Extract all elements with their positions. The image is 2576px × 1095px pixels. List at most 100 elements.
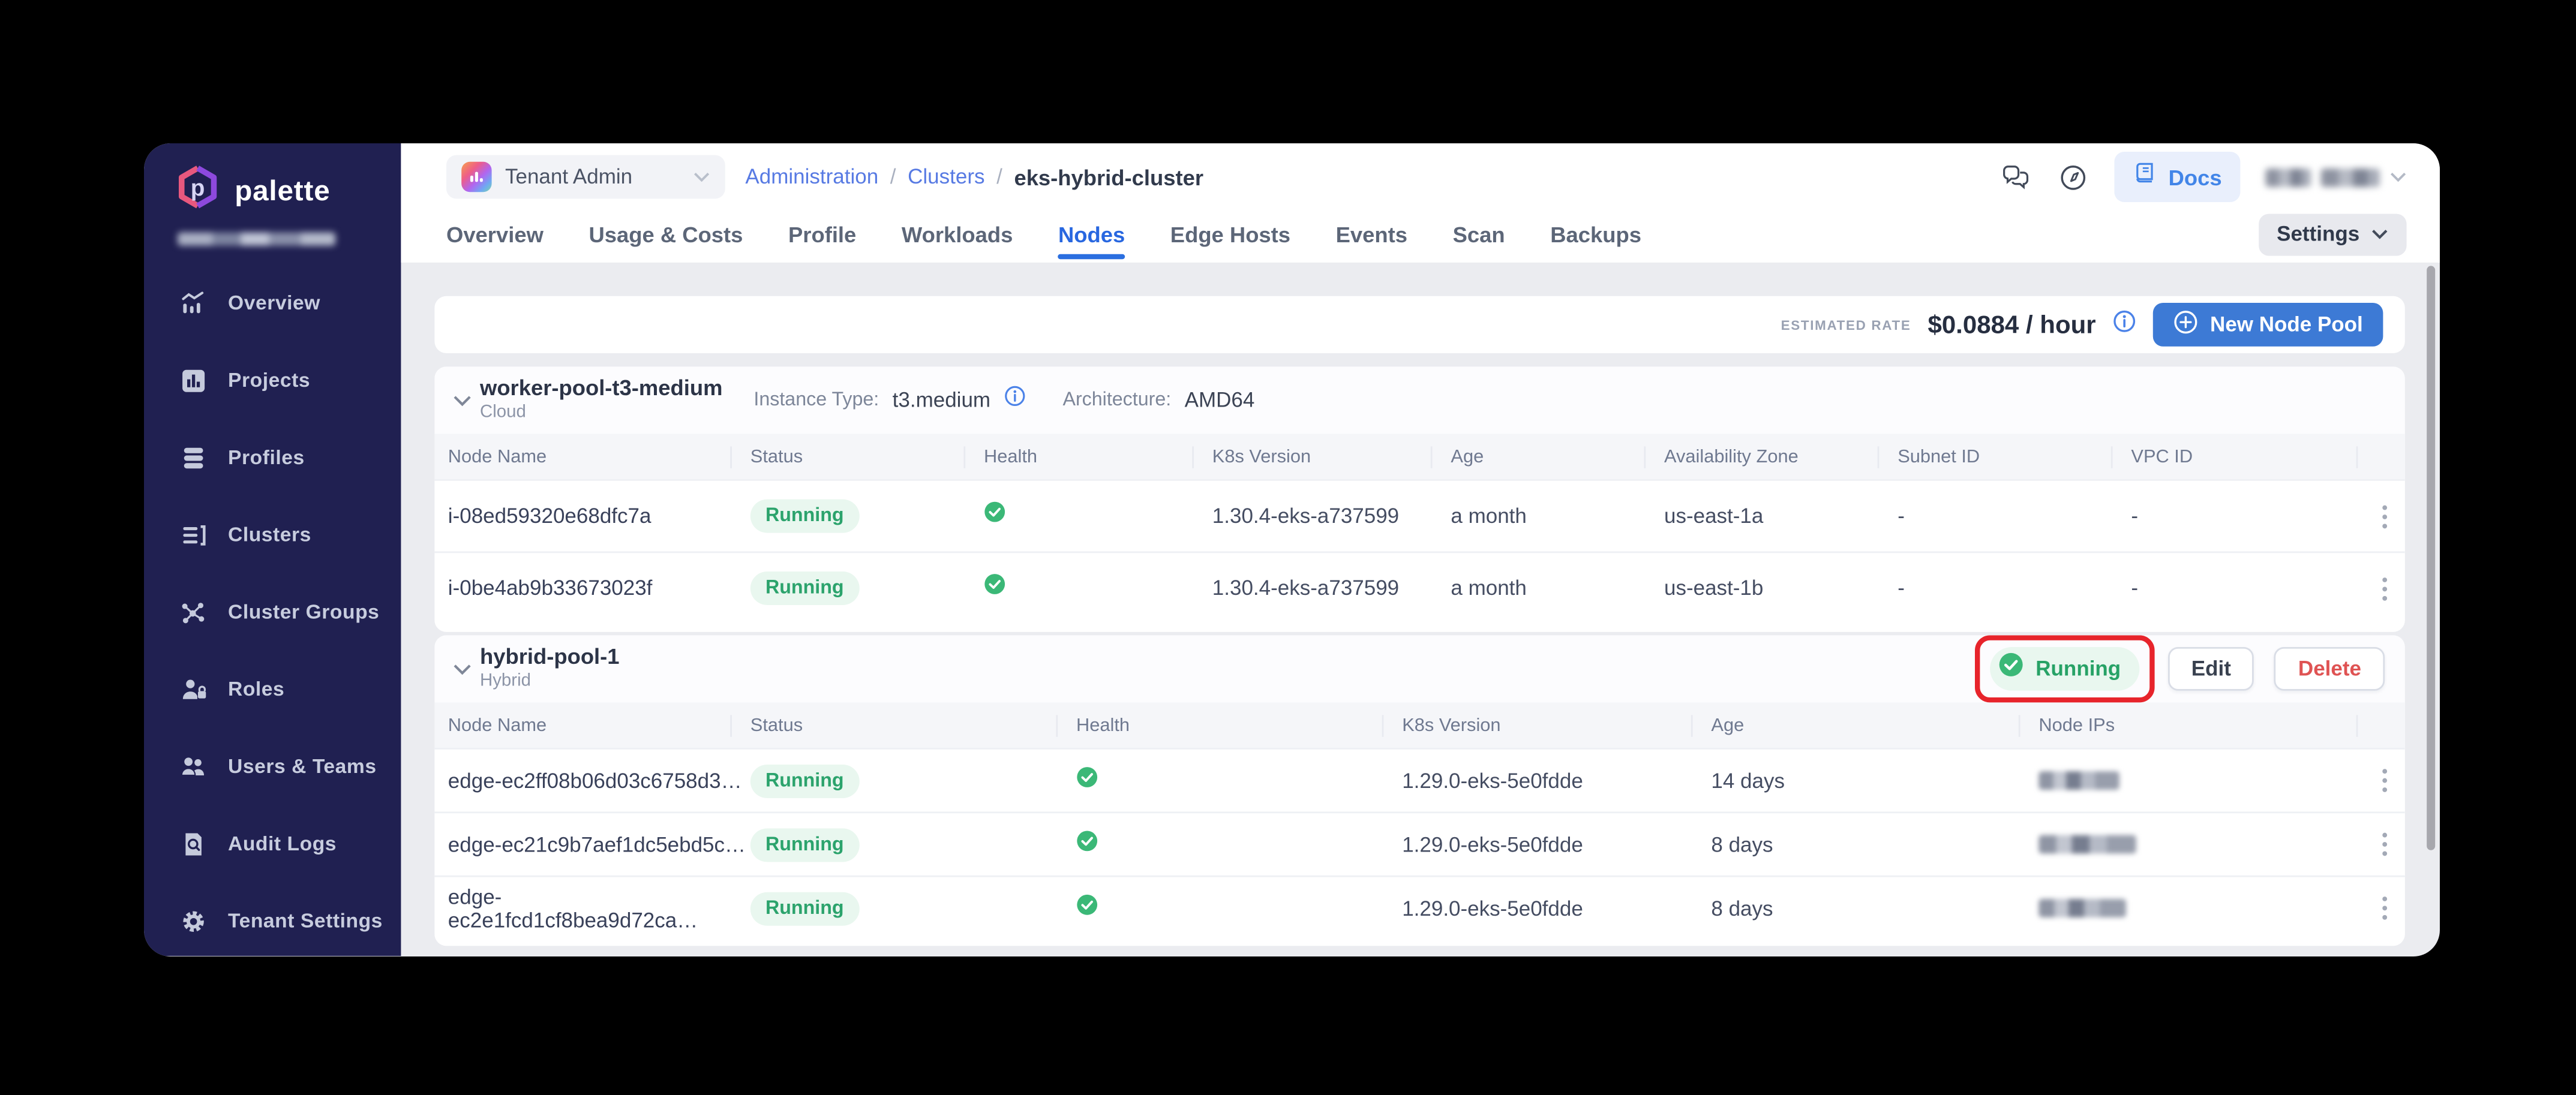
subnet-id: - bbox=[1898, 576, 2131, 600]
vpc-id: - bbox=[2131, 576, 2376, 600]
col-vpc-id: VPC ID bbox=[2131, 446, 2376, 467]
sidebar-item-clusters[interactable]: Clusters bbox=[144, 496, 401, 573]
tab-scan[interactable]: Scan bbox=[1453, 206, 1505, 263]
user-menu[interactable] bbox=[2265, 168, 2406, 186]
status-badge: Running bbox=[750, 891, 859, 925]
tab-edge-hosts[interactable]: Edge Hosts bbox=[1170, 206, 1290, 263]
rate-bar: ESTIMATED RATE $0.0884 / hour New Node P… bbox=[434, 296, 2404, 353]
node-pool-hybrid: hybrid-pool-1 Hybrid Running bbox=[434, 635, 2404, 946]
chevron-down-icon bbox=[693, 172, 710, 182]
health-check-icon bbox=[984, 501, 1212, 531]
redacted-username bbox=[2321, 168, 2380, 186]
instance-type-label: Instance Type: bbox=[753, 390, 879, 411]
table-row[interactable]: edge-ec2ff08b06d03c6758d3… Running 1.29.… bbox=[434, 748, 2404, 811]
sidebar-item-label: Overview bbox=[228, 291, 320, 314]
redacted-node-ips bbox=[2038, 899, 2126, 917]
pool-status-badge: Running bbox=[1990, 647, 2139, 691]
new-node-pool-label: New Node Pool bbox=[2210, 313, 2363, 336]
redacted-node-ips bbox=[2038, 835, 2136, 854]
health-check-icon bbox=[1076, 829, 1402, 859]
sidebar: p palette Overview Projects bbox=[144, 143, 401, 956]
scrollbar-thumb[interactable] bbox=[2427, 266, 2435, 850]
table-row[interactable]: edge-ec2e1fcd1cf8bea9d72ca… Running 1.29… bbox=[434, 876, 2404, 939]
architecture-value: AMD64 bbox=[1185, 389, 1255, 412]
info-icon[interactable] bbox=[1004, 385, 1025, 415]
kebab-menu-icon[interactable] bbox=[2382, 832, 2405, 857]
sidebar-item-overview[interactable]: Overview bbox=[144, 264, 401, 342]
sidebar-item-cluster-groups[interactable]: Cluster Groups bbox=[144, 573, 401, 651]
roles-icon bbox=[179, 675, 208, 703]
kebab-menu-icon[interactable] bbox=[2382, 895, 2405, 920]
tab-profile[interactable]: Profile bbox=[788, 206, 856, 263]
breadcrumb-clusters[interactable]: Clusters bbox=[908, 165, 984, 188]
breadcrumb-separator: / bbox=[890, 165, 896, 188]
clusters-icon bbox=[179, 521, 208, 549]
status-badge: Running bbox=[750, 764, 859, 798]
table-row[interactable]: i-0be4ab9b33673023f Running 1.30.4-eks-a… bbox=[434, 551, 2404, 623]
audit-logs-icon bbox=[179, 829, 208, 858]
collapse-chevron-icon[interactable] bbox=[453, 395, 472, 407]
content-scroll-area: ESTIMATED RATE $0.0884 / hour New Node P… bbox=[401, 263, 2440, 956]
tab-overview[interactable]: Overview bbox=[446, 206, 544, 263]
sidebar-item-audit-logs[interactable]: Audit Logs bbox=[144, 805, 401, 882]
tab-events[interactable]: Events bbox=[1336, 206, 1407, 263]
docs-label: Docs bbox=[2169, 164, 2222, 189]
sidebar-item-profiles[interactable]: Profiles bbox=[144, 419, 401, 496]
scope-label: Tenant Admin bbox=[505, 165, 632, 188]
kebab-menu-icon[interactable] bbox=[2382, 504, 2405, 529]
sidebar-item-label: Projects bbox=[228, 368, 310, 392]
sidebar-item-users-teams[interactable]: Users & Teams bbox=[144, 727, 401, 805]
sidebar-item-roles[interactable]: Roles bbox=[144, 651, 401, 728]
estimated-rate-label: ESTIMATED RATE bbox=[1781, 317, 1911, 332]
chevron-down-icon bbox=[2371, 229, 2388, 239]
main-area: Tenant Admin Administration / Clusters /… bbox=[401, 143, 2440, 956]
tab-usage-costs[interactable]: Usage & Costs bbox=[589, 206, 743, 263]
compass-icon[interactable] bbox=[2058, 161, 2089, 192]
brand-logo: p palette bbox=[176, 164, 330, 219]
new-node-pool-button[interactable]: New Node Pool bbox=[2153, 303, 2383, 347]
tab-backups[interactable]: Backups bbox=[1550, 206, 1641, 263]
tab-workloads[interactable]: Workloads bbox=[902, 206, 1013, 263]
sidebar-item-tenant-settings[interactable]: Tenant Settings bbox=[144, 882, 401, 956]
topbar: Tenant Admin Administration / Clusters /… bbox=[401, 143, 2440, 263]
pool-type: Hybrid bbox=[480, 670, 620, 691]
sidebar-item-projects[interactable]: Projects bbox=[144, 341, 401, 419]
col-health: Health bbox=[1076, 715, 1402, 735]
kebab-menu-icon[interactable] bbox=[2382, 768, 2405, 793]
collapse-chevron-icon[interactable] bbox=[453, 664, 472, 676]
chat-icon[interactable] bbox=[2001, 161, 2032, 192]
tab-nodes[interactable]: Nodes bbox=[1058, 206, 1125, 263]
info-icon[interactable] bbox=[2113, 309, 2136, 341]
col-health: Health bbox=[984, 446, 1212, 467]
book-icon bbox=[2133, 160, 2157, 194]
col-status: Status bbox=[750, 446, 984, 467]
sidebar-item-label: Users & Teams bbox=[228, 754, 377, 778]
node-name: edge-ec2ff08b06d03c6758d3… bbox=[448, 769, 750, 792]
age: 14 days bbox=[1711, 769, 2038, 792]
k8s-version: 1.30.4-eks-a737599 bbox=[1212, 504, 1451, 528]
col-k8s-version: K8s Version bbox=[1402, 715, 1711, 735]
availability-zone: us-east-1a bbox=[1664, 504, 1898, 528]
delete-button[interactable]: Delete bbox=[2275, 647, 2385, 691]
tenant-admin-icon bbox=[461, 162, 491, 192]
breadcrumb-administration[interactable]: Administration bbox=[745, 165, 878, 188]
col-status: Status bbox=[750, 715, 1076, 735]
project-scope-selector[interactable]: Tenant Admin bbox=[446, 155, 725, 199]
palette-logo-icon: p bbox=[176, 164, 220, 219]
col-node-name: Node Name bbox=[448, 715, 750, 735]
status-badge: Running bbox=[750, 828, 859, 861]
settings-button[interactable]: Settings bbox=[2258, 213, 2406, 255]
table-row[interactable]: i-08ed59320e68dfc7a Running 1.30.4-eks-a… bbox=[434, 479, 2404, 551]
app-window: p palette Overview Projects bbox=[144, 143, 2440, 956]
pool-meta: Instance Type: t3.medium Architecture: A… bbox=[753, 366, 1254, 434]
health-check-icon bbox=[1999, 652, 2024, 685]
table-row[interactable]: edge-ec21c9b7aef1dc5ebd5c… Running 1.29.… bbox=[434, 811, 2404, 875]
pool-type: Cloud bbox=[480, 402, 723, 422]
edit-button[interactable]: Edit bbox=[2168, 647, 2255, 691]
kebab-menu-icon[interactable] bbox=[2382, 576, 2405, 601]
status-badge: Running bbox=[750, 571, 859, 605]
docs-button[interactable]: Docs bbox=[2115, 152, 2240, 202]
node-name: i-0be4ab9b33673023f bbox=[448, 576, 750, 600]
sidebar-item-label: Cluster Groups bbox=[228, 600, 379, 624]
age: 8 days bbox=[1711, 897, 2038, 920]
